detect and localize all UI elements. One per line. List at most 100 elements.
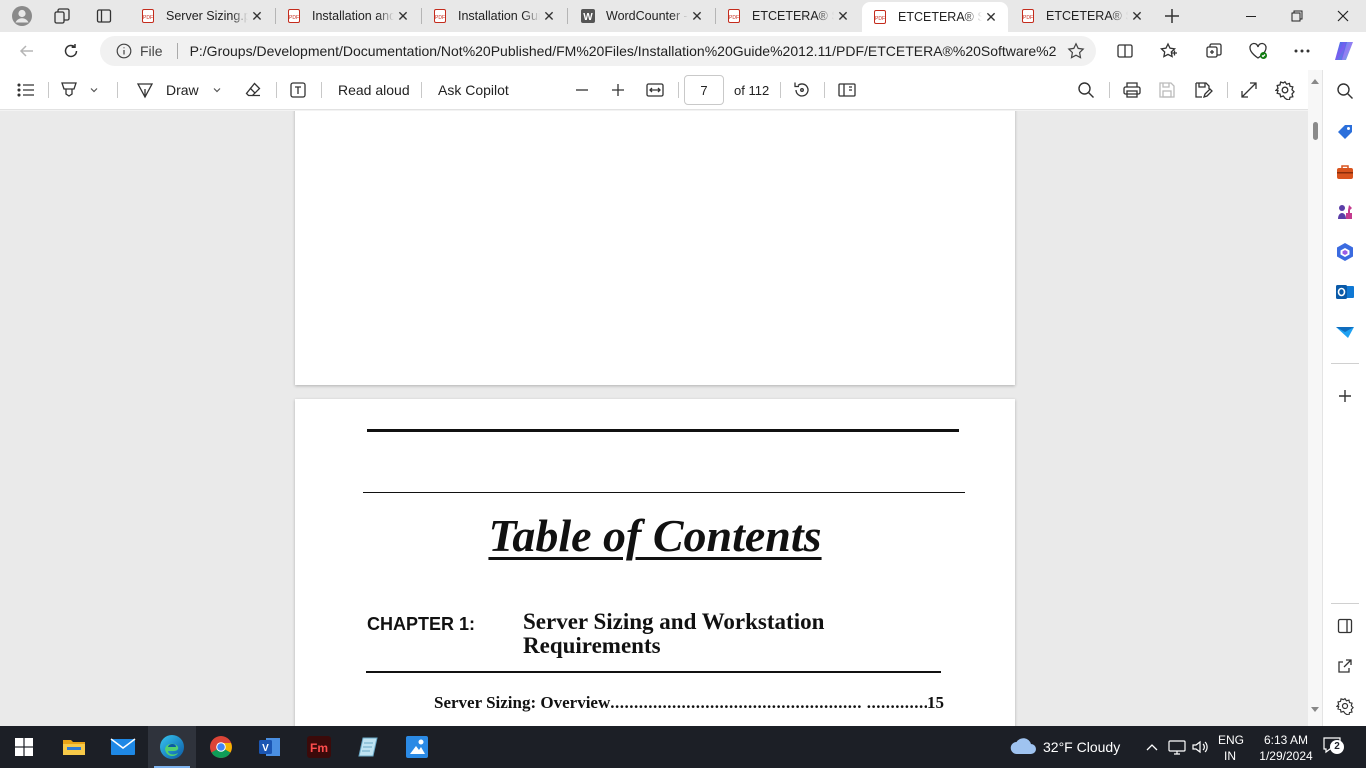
pdf-settings-button[interactable]: [1275, 70, 1295, 110]
read-aloud-button[interactable]: Read aloud: [338, 70, 410, 110]
refresh-button[interactable]: [56, 37, 86, 65]
tab-server-sizing[interactable]: PDF Server Sizing.pdf ✕: [130, 3, 274, 29]
pdf-viewer[interactable]: Table of Contents CHAPTER 1: Server Sizi…: [0, 111, 1308, 726]
sidebar-outlook-button[interactable]: [1333, 280, 1357, 304]
highlight-button[interactable]: [59, 70, 79, 110]
weather-text[interactable]: 32°F Cloudy: [1043, 739, 1120, 755]
sidebar-settings-button[interactable]: [1333, 694, 1357, 718]
clock-date[interactable]: 1/29/2024: [1254, 749, 1318, 763]
page-number-input[interactable]: [684, 75, 724, 105]
toc-entry[interactable]: Server Sizing: Overview ................…: [434, 693, 944, 713]
ask-copilot-button[interactable]: Ask Copilot: [438, 70, 509, 110]
save-button[interactable]: [1158, 70, 1176, 110]
draw-button[interactable]: Draw: [136, 70, 199, 110]
chevron-down-icon: [213, 88, 221, 93]
new-tab-button[interactable]: [1152, 0, 1192, 32]
copilot-button[interactable]: [1330, 38, 1358, 64]
favorite-star-button[interactable]: [1056, 42, 1096, 60]
save-as-button[interactable]: [1194, 70, 1214, 110]
copilot-icon: [1335, 42, 1353, 60]
taskbar-framemaker[interactable]: Fm: [295, 726, 343, 768]
print-button[interactable]: [1122, 70, 1142, 110]
notification-center-button[interactable]: 2: [1322, 736, 1346, 758]
sidebar-search-button[interactable]: [1333, 79, 1357, 103]
sidebar-m365-button[interactable]: [1333, 240, 1357, 264]
tab-etcetera-active[interactable]: PDF ETCETERA® So ✕: [862, 2, 1008, 32]
language-bottom[interactable]: IN: [1224, 749, 1236, 763]
close-window-button[interactable]: [1320, 0, 1366, 32]
gear-icon: [1275, 80, 1295, 100]
browser-essentials-button[interactable]: [1244, 38, 1272, 64]
pen-icon: [136, 83, 154, 99]
add-text-button[interactable]: [289, 70, 307, 110]
sidebar-hide-button[interactable]: [1333, 614, 1357, 638]
network-icon: [1168, 740, 1186, 755]
toolbar-separator: [276, 82, 277, 98]
scheme-label: File: [140, 43, 163, 59]
profile-button[interactable]: [2, 0, 42, 32]
back-button[interactable]: [12, 37, 42, 65]
address-input[interactable]: File P:/Groups/Development/Documentation…: [100, 36, 1096, 66]
edge-sidebar: [1322, 70, 1366, 726]
fullscreen-button[interactable]: [1240, 70, 1258, 110]
tab-etcetera-3[interactable]: PDF ETCETERA® Ser ✕: [1010, 3, 1154, 29]
favorites-button[interactable]: [1155, 38, 1183, 64]
tab-wordcounter[interactable]: W WordCounter - ✕: [570, 3, 714, 29]
taskbar-file-explorer[interactable]: [50, 726, 98, 768]
address-bar-row: File P:/Groups/Development/Documentation…: [0, 32, 1366, 70]
minimize-button[interactable]: [1228, 0, 1274, 32]
zoom-out-button[interactable]: [575, 70, 589, 110]
close-icon[interactable]: ✕: [982, 9, 1000, 26]
toolbar-separator: [48, 82, 49, 98]
taskbar-notepad[interactable]: [344, 726, 392, 768]
tab-etcetera-1[interactable]: PDF ETCETERA® So ✕: [716, 3, 860, 29]
settings-and-more-button[interactable]: [1288, 38, 1316, 64]
taskbar-mail[interactable]: [99, 726, 147, 768]
split-screen-button[interactable]: [1111, 38, 1139, 64]
find-button[interactable]: [1077, 70, 1095, 110]
zoom-in-button[interactable]: [611, 70, 625, 110]
toc-entry-text: Server Sizing: Overview: [434, 693, 611, 712]
scroll-down-icon: [1311, 707, 1319, 712]
svg-text:PDF: PDF: [143, 15, 153, 21]
close-icon[interactable]: ✕: [540, 8, 558, 25]
taskbar-edge[interactable]: [148, 726, 196, 768]
language-top[interactable]: ENG: [1218, 733, 1244, 747]
sidebar-shopping-button[interactable]: [1333, 120, 1357, 144]
taskbar-visio[interactable]: V: [246, 726, 294, 768]
start-button[interactable]: [0, 726, 48, 768]
rotate-button[interactable]: [792, 70, 812, 110]
close-icon[interactable]: ✕: [688, 8, 706, 25]
highlight-options-button[interactable]: [88, 70, 100, 110]
taskbar-chrome[interactable]: [197, 726, 245, 768]
erase-button[interactable]: [244, 70, 262, 110]
tab-label: Installation and: [312, 9, 394, 23]
expand-icon: [1241, 82, 1257, 98]
close-icon[interactable]: ✕: [834, 8, 852, 25]
restore-button[interactable]: [1274, 0, 1320, 32]
sidebar-tools-button[interactable]: [1333, 160, 1357, 184]
draw-options-button[interactable]: [211, 70, 223, 110]
page-view-button[interactable]: [837, 70, 857, 110]
sidebar-open-external-button[interactable]: [1333, 654, 1357, 678]
tab-installation-and[interactable]: PDF Installation and ✕: [276, 3, 420, 29]
clock-time[interactable]: 6:13 AM: [1259, 733, 1313, 747]
scroll-thumb[interactable]: [1313, 122, 1318, 140]
tab-actions-button[interactable]: [84, 0, 124, 32]
close-icon[interactable]: ✕: [1128, 8, 1146, 25]
heartbeat-icon: [1249, 42, 1267, 59]
sidebar-drop-button[interactable]: [1333, 320, 1357, 344]
close-icon[interactable]: ✕: [248, 8, 266, 25]
url-separator: [176, 43, 178, 59]
close-icon[interactable]: ✕: [394, 8, 412, 25]
collections-button[interactable]: [1200, 38, 1228, 64]
tab-installation-guide[interactable]: PDF Installation Guide ✕: [422, 3, 566, 29]
taskbar-paint[interactable]: [393, 726, 441, 768]
contents-button[interactable]: [16, 70, 36, 110]
sidebar-add-button[interactable]: [1333, 384, 1357, 408]
vertical-scrollbar[interactable]: [1308, 70, 1322, 726]
sidebar-games-button[interactable]: [1333, 200, 1357, 224]
save-icon: [1159, 82, 1175, 98]
fit-width-button[interactable]: [645, 70, 665, 110]
workspaces-button[interactable]: [42, 0, 82, 32]
